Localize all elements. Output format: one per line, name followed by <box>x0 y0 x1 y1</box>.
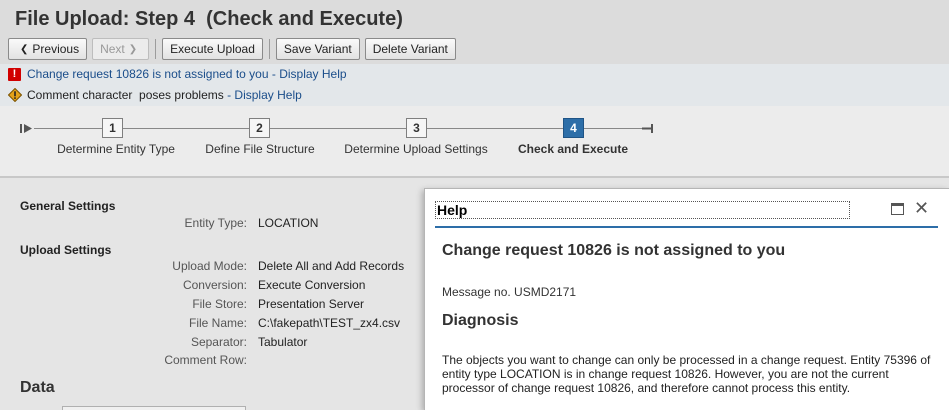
delete-variant-button[interactable]: Delete Variant <box>364 38 456 60</box>
display-help-link[interactable]: Display Help <box>279 67 346 81</box>
next-label: Next <box>100 42 125 56</box>
diagnosis-text: The objects you want to change can only … <box>442 353 931 395</box>
warning-message: Comment character poses problems - Displ… <box>8 88 302 102</box>
message-number: Message no. USMD2171 <box>442 285 577 299</box>
error-icon: ! <box>8 67 21 81</box>
page-header: File Upload: Step 4 (Check and Execute) … <box>0 0 949 64</box>
data-section-title: Data <box>20 379 55 396</box>
help-dialog: Help ✕ Change request 10826 is not assig… <box>424 188 949 410</box>
general-settings-title: General Settings <box>20 199 116 213</box>
comment-row-label: Comment Row: <box>164 353 247 367</box>
warning-message-text: Comment character poses problems <box>27 88 224 102</box>
execute-upload-button[interactable]: Execute Upload <box>162 38 263 60</box>
chevron-left-icon: ❮ <box>20 43 29 55</box>
upload-mode-label: Upload Mode: <box>172 259 247 273</box>
file-name-label: File Name: <box>188 316 247 330</box>
previous-label: Previous <box>32 42 80 56</box>
link-separator: - <box>268 67 280 81</box>
file-store-label: File Store: <box>192 297 247 311</box>
toolbar-separator <box>155 39 157 59</box>
diagnosis-heading: Diagnosis <box>442 312 519 329</box>
previous-button[interactable]: ❮ Previous <box>8 38 88 60</box>
separator-label: Separator: <box>190 335 247 349</box>
separator-value: Tabulator <box>258 335 308 349</box>
warning-icon <box>8 88 22 102</box>
toolbar: ❮ Previous Next ❯ Execute Upload Save Va… <box>8 38 461 60</box>
conversion-label: Conversion: <box>182 278 247 292</box>
upload-mode-value: Delete All and Add Records <box>258 259 405 273</box>
maximize-icon[interactable] <box>891 203 904 215</box>
link-separator: - <box>223 88 235 102</box>
roadmap-step-1-label: Determine Entity Type <box>57 142 175 156</box>
help-dialog-divider <box>435 226 938 228</box>
roadmap-step-2-label: Define File Structure <box>205 142 315 156</box>
roadmap-step-3-label: Determine Upload Settings <box>344 142 488 156</box>
roadmap-step-2[interactable]: 2 <box>249 118 270 138</box>
roadmap-line <box>34 128 644 129</box>
next-button[interactable]: Next ❯ <box>92 38 150 60</box>
roadmap-step-1[interactable]: 1 <box>102 118 123 138</box>
chevron-right-icon: ❯ <box>128 43 138 55</box>
upload-settings-title: Upload Settings <box>20 243 112 257</box>
file-store-value: Presentation Server <box>258 297 365 311</box>
roadmap-step-3[interactable]: 3 <box>406 118 427 138</box>
data-table-header <box>62 406 246 410</box>
entity-type-value: LOCATION <box>258 216 319 230</box>
conversion-value: Execute Conversion <box>258 278 366 292</box>
roadmap-step-4-label: Check and Execute <box>517 142 629 156</box>
page-title: File Upload: Step 4 (Check and Execute) <box>15 8 403 30</box>
toolbar-separator <box>268 39 270 59</box>
help-heading: Change request 10826 is not assigned to … <box>442 242 786 259</box>
save-variant-button[interactable]: Save Variant <box>275 38 360 60</box>
file-name-value: C:\fakepath\TEST_zx4.csv <box>258 316 401 330</box>
entity-type-label: Entity Type: <box>184 216 247 230</box>
display-help-link[interactable]: Display Help <box>234 88 301 102</box>
error-message: ! Change request 10826 is not assigned t… <box>8 67 347 81</box>
roadmap-end-icon <box>642 124 653 133</box>
message-bar: ! Change request 10826 is not assigned t… <box>0 64 949 106</box>
roadmap-step-4[interactable]: 4 <box>563 118 584 138</box>
roadmap: 1 Determine Entity Type 2 Define File St… <box>0 106 949 178</box>
close-icon[interactable]: ✕ <box>914 198 929 218</box>
roadmap-start-icon <box>20 124 32 133</box>
error-message-text[interactable]: Change request 10826 is not assigned to … <box>27 67 269 81</box>
help-dialog-title[interactable]: Help <box>435 201 850 219</box>
